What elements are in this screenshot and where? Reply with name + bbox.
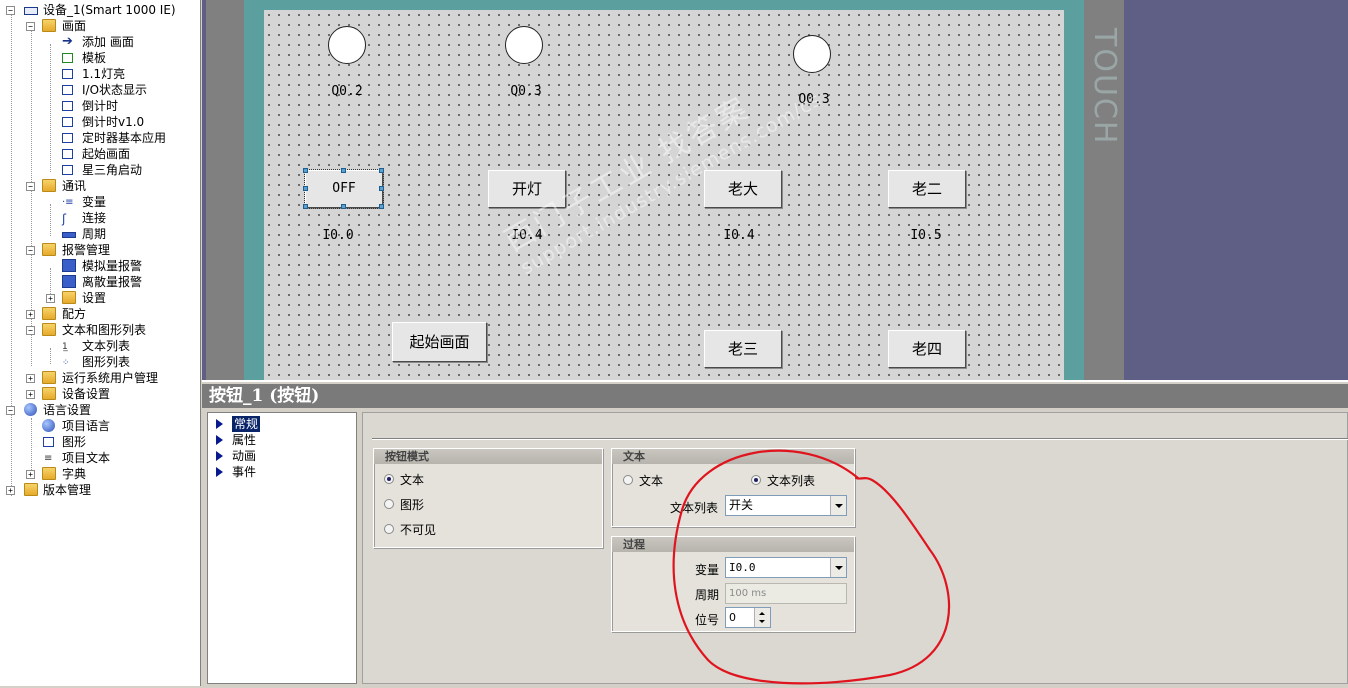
- collapse-icon[interactable]: −: [6, 406, 15, 415]
- button-address: I0.4: [511, 228, 543, 243]
- folder-icon: [42, 323, 56, 336]
- connection-icon: ʃ: [62, 212, 67, 226]
- folder-icon: [42, 179, 56, 192]
- collapse-icon[interactable]: −: [26, 326, 35, 335]
- screen-icon: [62, 117, 73, 127]
- arrow-right-icon: [216, 467, 223, 477]
- screen-icon: [62, 101, 73, 111]
- folder-icon: [42, 19, 56, 32]
- expand-icon[interactable]: +: [26, 374, 35, 383]
- boss-three-button[interactable]: 老三: [704, 330, 782, 368]
- device-icon: [24, 7, 38, 15]
- boss-one-button[interactable]: 老大: [704, 170, 782, 208]
- red-annotation-circle: [672, 449, 950, 685]
- lamp-address: Q0.3: [798, 92, 830, 107]
- light-on-button[interactable]: 开灯: [488, 170, 566, 208]
- discrete-alarm-icon: [62, 275, 76, 288]
- radio-off-icon: [623, 475, 633, 485]
- screen-icon: [62, 149, 73, 159]
- collapse-icon[interactable]: −: [26, 22, 35, 31]
- boss-four-button[interactable]: 老四: [888, 330, 966, 368]
- lamp-address: Q0.2: [331, 84, 363, 99]
- radio-on-icon: [384, 474, 394, 484]
- resize-handle[interactable]: [303, 168, 308, 173]
- hmi-screen-canvas[interactable]: Q0.2 Q0.3 Q0.3 OFF I0.0 开灯 I0.4 老大 I0.4 …: [264, 10, 1064, 380]
- resize-handle[interactable]: [303, 186, 308, 191]
- graphics-icon: [43, 437, 54, 447]
- graphic-list-icon: ⁘: [62, 358, 70, 368]
- screen-icon: [62, 165, 73, 175]
- button-address: I0.0: [322, 228, 354, 243]
- resize-handle[interactable]: [379, 186, 384, 191]
- folder-icon: [42, 467, 56, 480]
- property-nav: 常规 属性 动画 事件: [207, 412, 357, 684]
- cycle-icon: [62, 232, 76, 238]
- radio-off-icon: [384, 524, 394, 534]
- folder-icon: [42, 243, 56, 256]
- add-screen-icon: ➔: [62, 34, 73, 49]
- resize-handle[interactable]: [341, 168, 346, 173]
- group-title: 按钮模式: [374, 449, 602, 464]
- boss-two-button[interactable]: 老二: [888, 170, 966, 208]
- arrow-right-icon: [216, 451, 223, 461]
- expand-icon[interactable]: +: [46, 294, 55, 303]
- analog-alarm-icon: [62, 259, 76, 272]
- globe-icon: [42, 419, 55, 432]
- lamp-address: Q0.3: [510, 84, 542, 99]
- folder-icon: [42, 387, 56, 400]
- button-address: I0.5: [910, 228, 942, 243]
- resize-handle[interactable]: [303, 204, 308, 209]
- resize-handle[interactable]: [379, 168, 384, 173]
- expand-icon[interactable]: +: [26, 390, 35, 399]
- collapse-icon[interactable]: −: [26, 182, 35, 191]
- expand-icon[interactable]: +: [26, 310, 35, 319]
- indicator-lamp[interactable]: [505, 26, 543, 64]
- tags-icon: ·≡: [62, 197, 74, 208]
- off-button[interactable]: OFF: [304, 169, 384, 209]
- button-mode-group: 按钮模式 文本 图形 不可见: [373, 448, 603, 548]
- resize-handle[interactable]: [341, 204, 346, 209]
- template-icon: [62, 53, 73, 63]
- version-icon: [24, 483, 38, 496]
- resize-handle[interactable]: [379, 204, 384, 209]
- project-tree[interactable]: − 设备_1(Smart 1000 IE) − 画面 ➔ 添加 画面 模板 1.…: [0, 0, 201, 686]
- globe-icon: [24, 403, 37, 416]
- folder-icon: [42, 307, 56, 320]
- collapse-icon[interactable]: −: [26, 246, 35, 255]
- folder-icon: [42, 371, 56, 384]
- indicator-lamp[interactable]: [328, 26, 366, 64]
- screen-icon: [62, 133, 73, 143]
- text-list-icon: 1̲: [62, 342, 68, 352]
- property-panel-title: 按钮_1 (按钮): [202, 384, 1348, 408]
- collapse-icon[interactable]: −: [6, 6, 15, 15]
- expand-icon[interactable]: +: [26, 470, 35, 479]
- arrow-right-icon: [216, 419, 223, 429]
- button-address: I0.4: [723, 228, 755, 243]
- screen-icon: [62, 85, 73, 95]
- project-text-icon: ≡: [44, 453, 53, 464]
- screen-icon: [62, 69, 73, 79]
- radio-off-icon: [384, 499, 394, 509]
- arrow-right-icon: [216, 435, 223, 445]
- expand-icon[interactable]: +: [6, 486, 15, 495]
- settings-folder-icon: [62, 291, 76, 304]
- start-screen-button[interactable]: 起始画面: [392, 322, 487, 362]
- indicator-lamp[interactable]: [793, 35, 831, 73]
- annotation-stroke: [672, 449, 950, 685]
- brand-label: TOUCH: [1087, 28, 1122, 146]
